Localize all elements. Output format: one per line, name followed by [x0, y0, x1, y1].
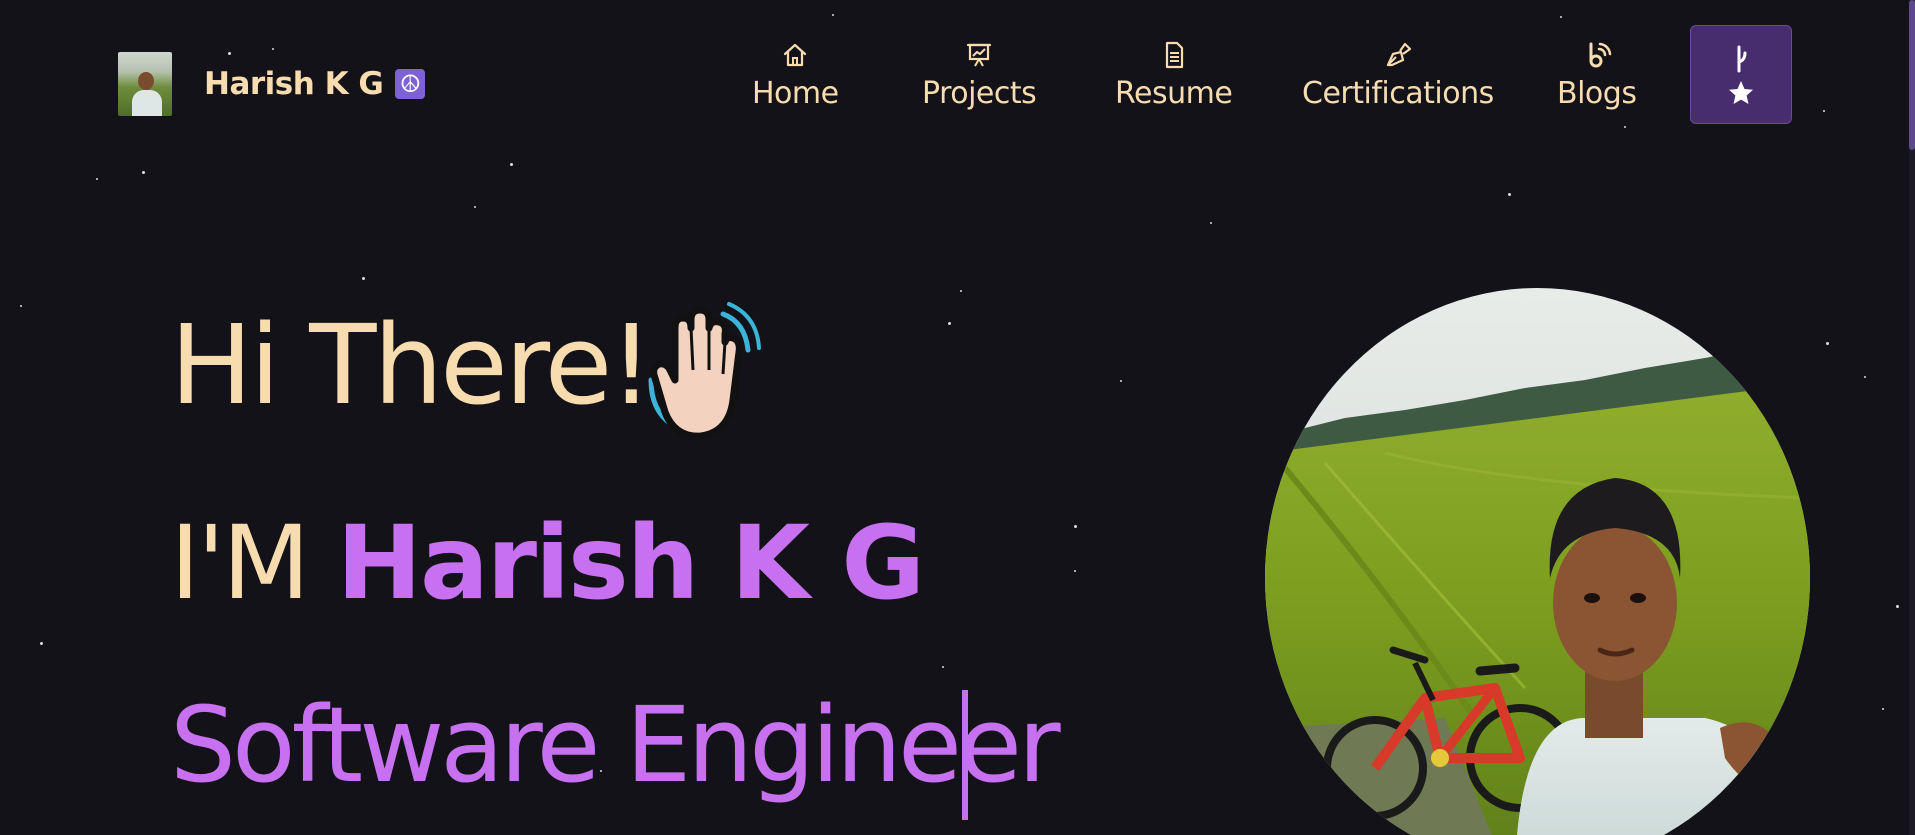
star-icon	[1729, 80, 1753, 104]
hero-greeting: Hi There!	[170, 301, 653, 429]
nav-item-projects[interactable]: Projects	[922, 40, 1037, 111]
brand-name: Harish K G	[204, 66, 384, 102]
avatar	[118, 52, 172, 116]
nav-label-home: Home	[752, 76, 839, 111]
github-repo-button[interactable]	[1690, 25, 1792, 124]
scrollbar-thumb[interactable]	[1909, 0, 1915, 150]
hero-intro-prefix: I'M	[170, 504, 310, 623]
page-scrollbar[interactable]	[1909, 0, 1915, 835]
portfolio-page: Harish K G ☮ Home Projects Resume Certif…	[0, 0, 1915, 835]
nav-label-certifications: Certifications	[1302, 76, 1494, 111]
waving-hand-icon	[648, 302, 761, 440]
nav-label-blogs: Blogs	[1557, 76, 1637, 111]
nav-item-resume[interactable]: Resume	[1115, 40, 1233, 111]
typewriter-cursor	[962, 690, 968, 820]
hero-intro: I'M Harish K G	[170, 513, 925, 615]
home-icon	[784, 43, 807, 67]
blogger-icon	[1589, 42, 1611, 68]
pen-nib-icon	[1386, 42, 1411, 67]
presentation-chart-icon	[967, 43, 992, 67]
nav-item-blogs[interactable]: Blogs	[1557, 40, 1637, 111]
hero-role-typewriter: Software Engineer	[170, 684, 1061, 806]
git-fork-icon	[1737, 45, 1747, 72]
nav-label-projects: Projects	[922, 76, 1037, 111]
nav-item-home[interactable]: Home	[752, 40, 839, 111]
nav-label-resume: Resume	[1115, 76, 1233, 111]
document-icon	[1165, 41, 1183, 69]
profile-photo	[1265, 288, 1810, 835]
nav-item-certifications[interactable]: Certifications	[1302, 40, 1494, 111]
peace-sign-icon: ☮	[395, 69, 426, 99]
hero-name: Harish K G	[336, 504, 926, 623]
brand-logo-link[interactable]: Harish K G ☮	[118, 52, 426, 116]
